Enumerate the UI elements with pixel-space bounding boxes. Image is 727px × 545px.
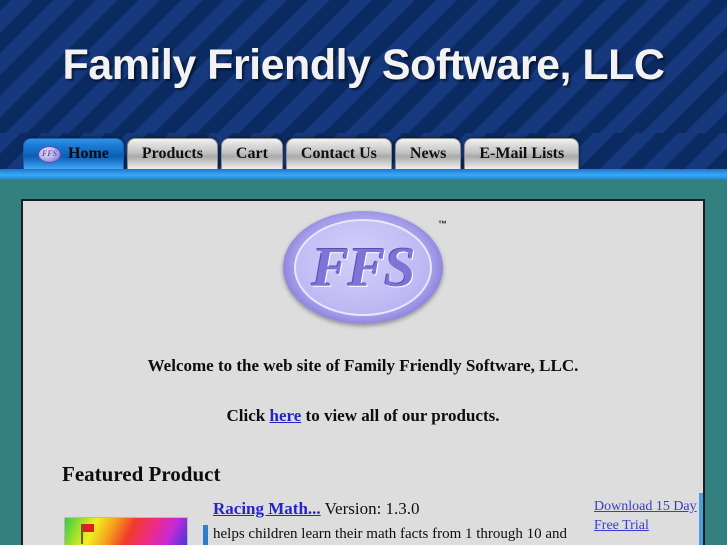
- ffs-oval-logo: FFS ™: [283, 211, 447, 324]
- accent-rule: [0, 169, 727, 180]
- nav-tab-label: News: [409, 145, 447, 162]
- nav-tab-label: Cart: [235, 145, 268, 162]
- page-root: Family Friendly Software, LLC FFS Home P…: [0, 0, 727, 545]
- trademark-icon: ™: [438, 219, 447, 229]
- ffs-logo-icon: FFS: [38, 145, 61, 163]
- logo-oval-inner: FFS: [294, 219, 432, 316]
- download-trial-link[interactable]: Download 15 Day Free Trial: [594, 499, 697, 533]
- welcome-message: Welcome to the web site of Family Friend…: [147, 356, 579, 375]
- logo-container: FFS ™: [23, 211, 703, 336]
- nav-tab-label: E-Mail Lists: [479, 145, 565, 162]
- product-name-link[interactable]: Racing Math...: [213, 499, 321, 518]
- nav-tab-contact-us[interactable]: Contact Us: [285, 138, 392, 169]
- site-title: Family Friendly Software, LLC: [62, 41, 665, 89]
- featured-product-heading: Featured Product: [62, 462, 221, 486]
- product-description: helps children learn their math facts fr…: [213, 526, 568, 542]
- nav-tab-list: FFS Home Products Cart Contact Us News E…: [23, 138, 580, 169]
- product-version: Version: 1.3.0: [324, 499, 420, 518]
- callout-suffix: to view all of our products.: [301, 406, 500, 425]
- nav-tab-label: Home: [68, 145, 109, 162]
- products-callout: Click here to view all of our products.: [23, 406, 703, 426]
- nav-tab-news[interactable]: News: [394, 138, 462, 169]
- main-navigation: FFS Home Products Cart Contact Us News E…: [0, 133, 727, 169]
- product-accent-bar: [203, 525, 208, 545]
- content-panel: FFS ™ Welcome to the web site of Family …: [21, 199, 705, 545]
- nav-tab-products[interactable]: Products: [126, 138, 218, 169]
- products-link[interactable]: here: [270, 406, 302, 425]
- site-banner: Family Friendly Software, LLC: [0, 0, 727, 133]
- trial-download-column: Download 15 Day Free Trial: [594, 497, 703, 535]
- nav-tab-label: Contact Us: [300, 145, 377, 162]
- product-thumbnail[interactable]: [64, 517, 188, 545]
- race-flag-icon: [81, 524, 94, 544]
- nav-tab-email-lists[interactable]: E-Mail Lists: [464, 138, 580, 169]
- nav-tab-home[interactable]: FFS Home: [23, 138, 124, 169]
- right-accent-rule: [699, 493, 703, 545]
- nav-tab-cart[interactable]: Cart: [220, 138, 283, 169]
- logo-text: FFS: [311, 236, 416, 299]
- nav-tab-label: Products: [141, 145, 203, 162]
- callout-prefix: Click: [226, 406, 270, 425]
